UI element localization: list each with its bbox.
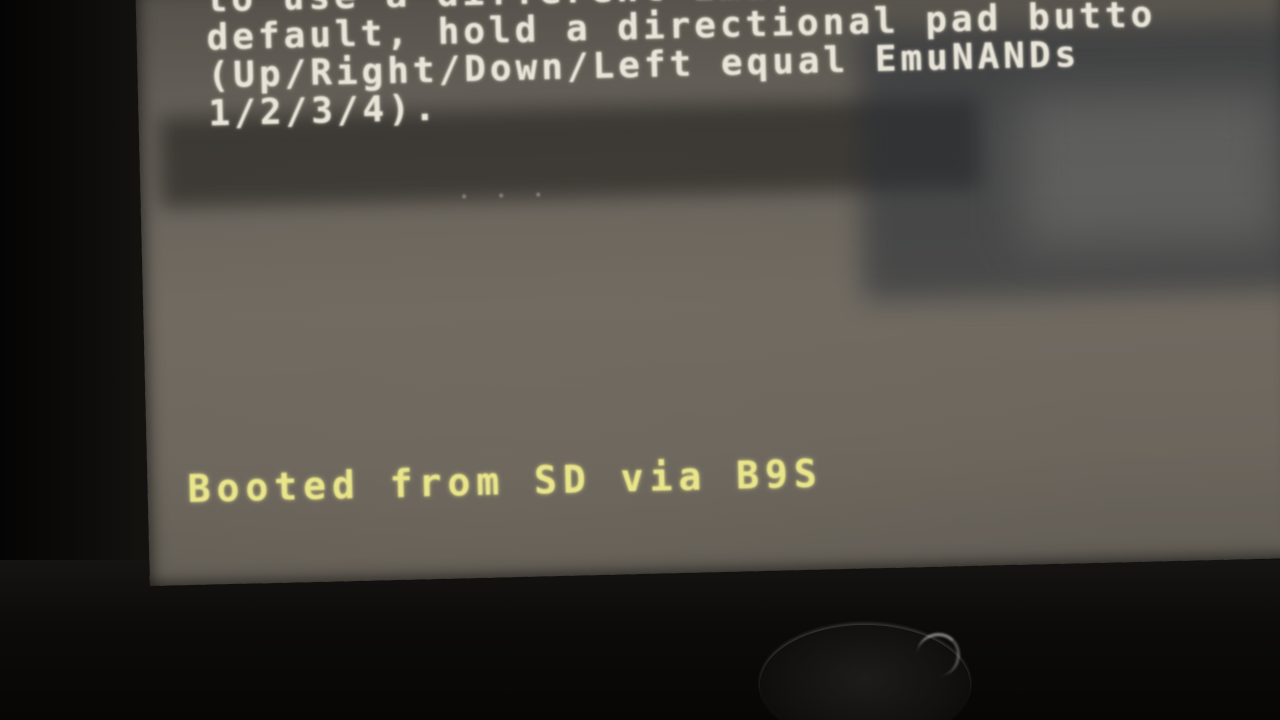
device-screen: ••• to use a different EmuNAND from the … <box>135 0 1280 587</box>
reflection-dots: ••• <box>460 187 572 205</box>
console-line: 1/2/3/4). <box>207 87 440 135</box>
console-text: to use a different EmuNAND from the defa… <box>205 0 1158 135</box>
boot-status-text: Booted from SD via B9S <box>187 451 824 512</box>
device-photo: ••• to use a different EmuNAND from the … <box>0 0 1280 720</box>
screen-reflection <box>1018 90 1280 247</box>
